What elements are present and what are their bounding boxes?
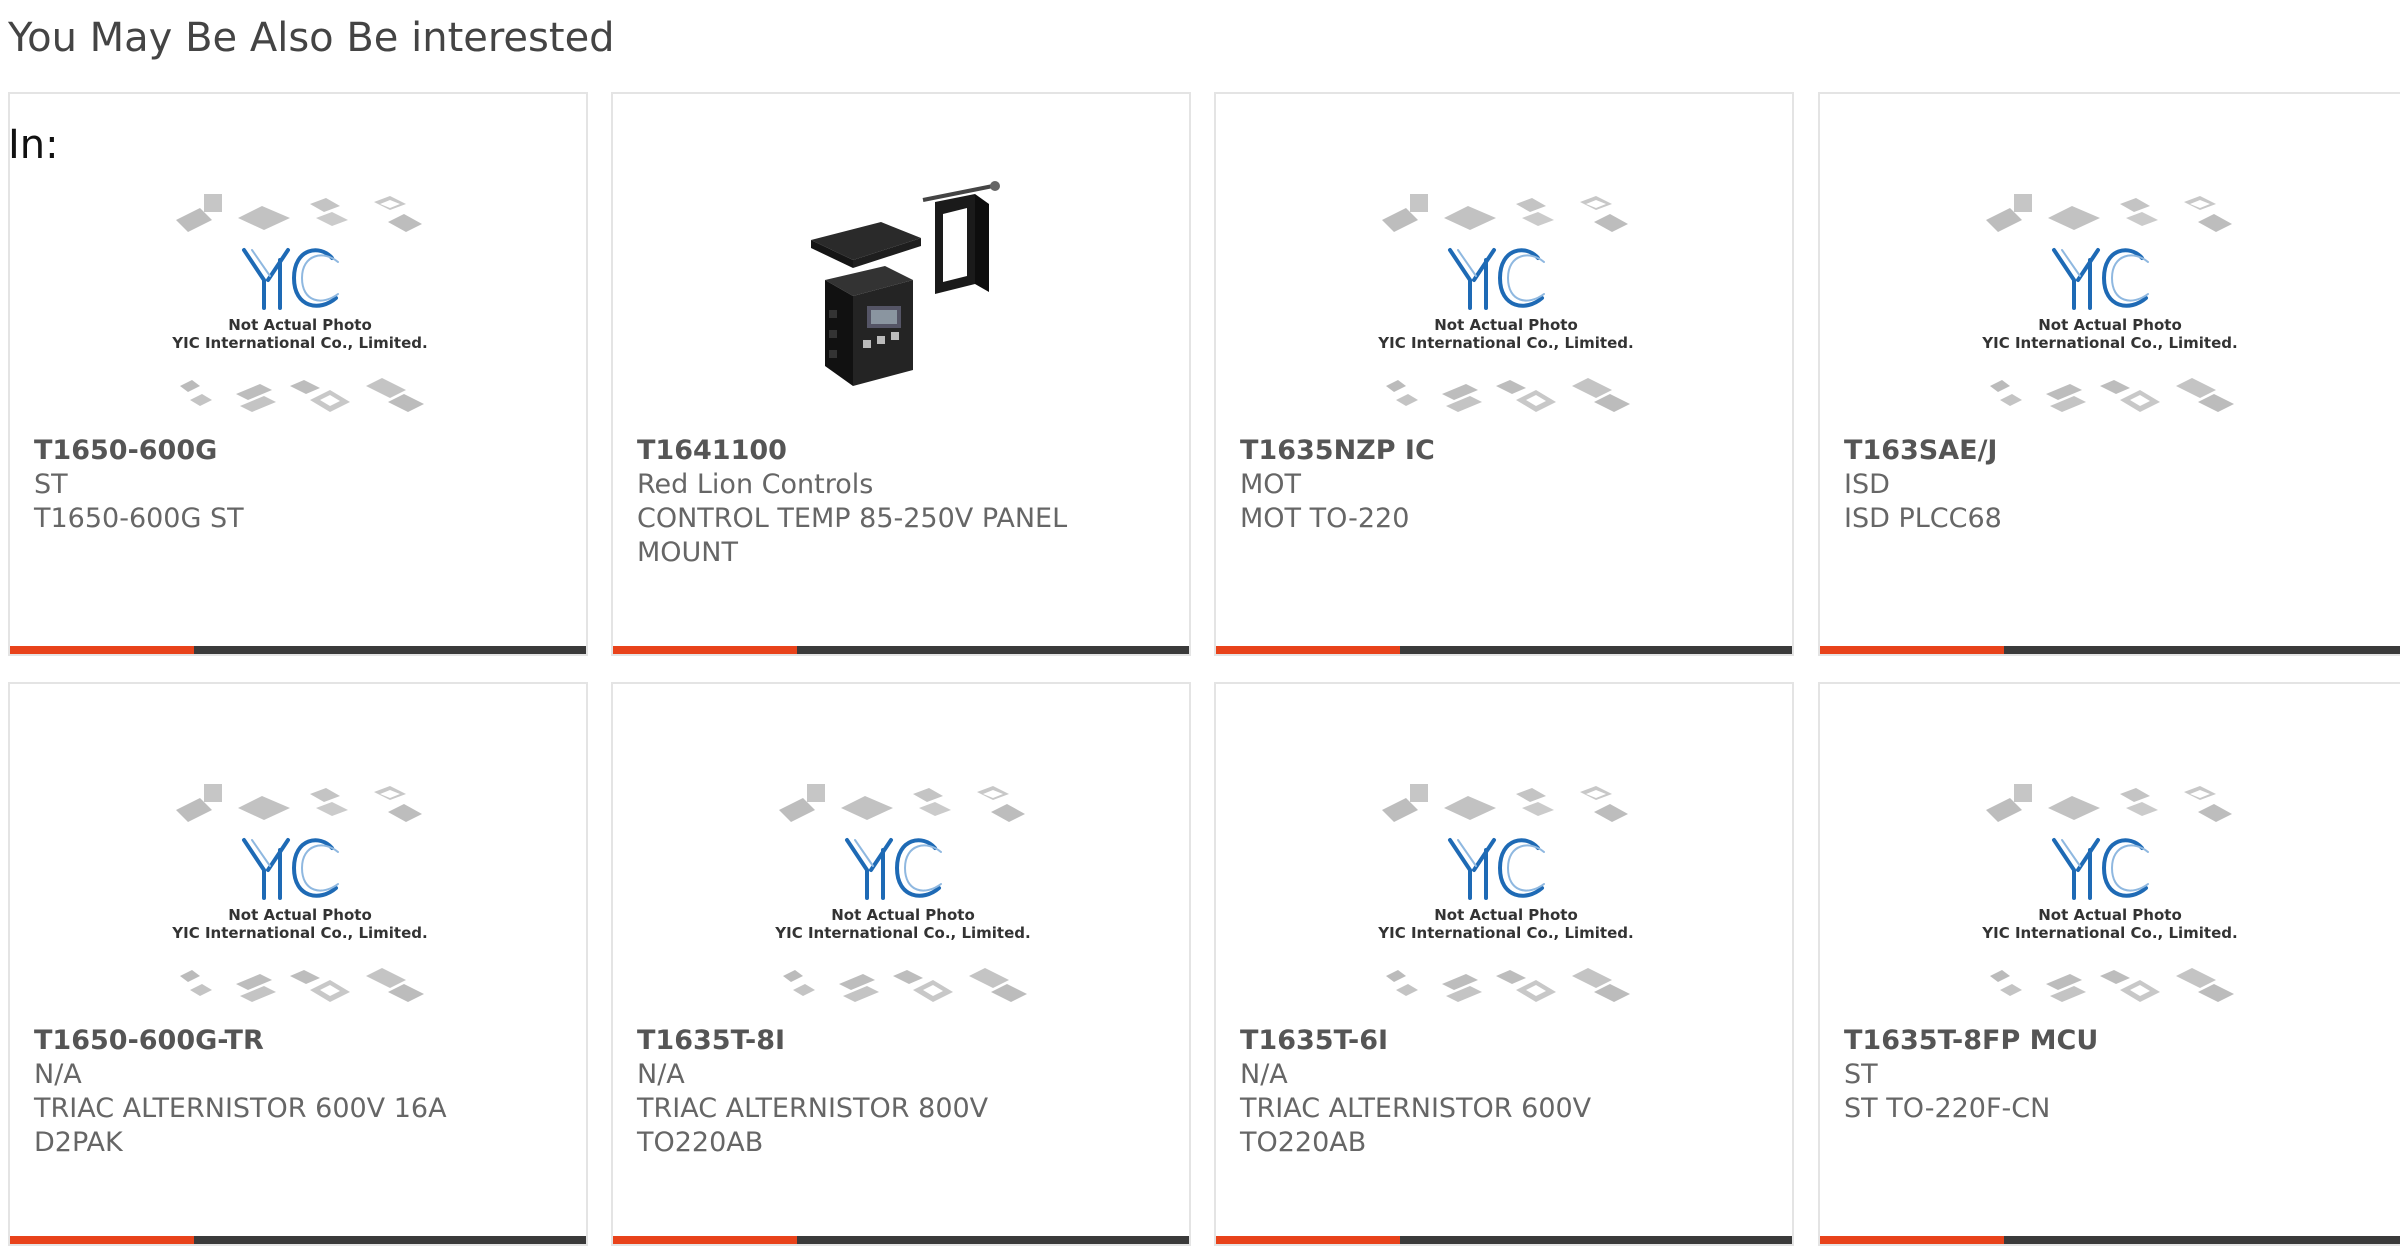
description-cont: TO220AB [1240, 1127, 1367, 1158]
card-bar-accent [1820, 1236, 2004, 1244]
product-card[interactable]: T1635T-6I N/A TRIAC ALTERNISTOR 600V TO2… [1214, 682, 1794, 1246]
card-bar [613, 1236, 1189, 1244]
part-number[interactable]: T1635T-8FP MCU [1844, 1024, 2374, 1058]
manufacturer: Red Lion Controls [637, 469, 874, 500]
part-number[interactable]: T1635T-6I [1240, 1024, 1770, 1058]
part-number[interactable]: T1641100 [637, 434, 1167, 468]
description-cont: D2PAK [34, 1127, 123, 1158]
card-bar [1216, 646, 1792, 654]
card-bar [1820, 1236, 2400, 1244]
description-cont: MOUNT [637, 537, 738, 568]
controller-photo[interactable] [763, 180, 1043, 420]
description-cont: TO220AB [637, 1127, 764, 1158]
part-number[interactable]: T1650-600G-TR [34, 1024, 564, 1058]
product-card[interactable]: T1635T-8FP MCU ST ST TO-220F-CN [1818, 682, 2400, 1246]
manufacturer: N/A [34, 1059, 82, 1090]
description: T1650-600G ST [34, 503, 244, 534]
card-bar [1216, 1236, 1792, 1244]
product-card[interactable]: T163SAE/J ISD ISD PLCC68 [1818, 92, 2400, 656]
placeholder-image[interactable] [160, 770, 440, 1010]
product-card[interactable]: T1635T-8I N/A TRIAC ALTERNISTOR 800V TO2… [611, 682, 1191, 1246]
card-lead-text: In: [8, 122, 59, 168]
description: TRIAC ALTERNISTOR 600V [1240, 1093, 1592, 1124]
manufacturer: ST [1844, 1059, 1878, 1090]
product-card[interactable]: T1641100 Red Lion Controls CONTROL TEMP … [611, 92, 1191, 656]
card-bar-accent [613, 1236, 797, 1244]
placeholder-image[interactable] [1970, 180, 2250, 420]
card-bar-accent [10, 646, 194, 654]
placeholder-image[interactable] [1366, 180, 1646, 420]
card-bar-accent [613, 646, 797, 654]
manufacturer: N/A [1240, 1059, 1288, 1090]
card-bar-accent [1216, 646, 1400, 654]
card-bar [613, 646, 1189, 654]
description: MOT TO-220 [1240, 503, 1410, 534]
description: CONTROL TEMP 85-250V PANEL [637, 503, 1068, 534]
manufacturer: ISD [1844, 469, 1890, 500]
part-number[interactable]: T1635T-8I [637, 1024, 1167, 1058]
product-card[interactable]: T1635NZP IC MOT MOT TO-220 [1214, 92, 1794, 656]
card-bar [10, 646, 586, 654]
part-number[interactable]: T163SAE/J [1844, 434, 2374, 468]
description: ISD PLCC68 [1844, 503, 2002, 534]
description: ST TO-220F-CN [1844, 1093, 2051, 1124]
part-number[interactable]: T1650-600G [34, 434, 564, 468]
card-bar [10, 1236, 586, 1244]
manufacturer: N/A [637, 1059, 685, 1090]
manufacturer: ST [34, 469, 68, 500]
card-bar-accent [1216, 1236, 1400, 1244]
placeholder-image[interactable] [1366, 770, 1646, 1010]
placeholder-image[interactable] [1970, 770, 2250, 1010]
placeholder-image[interactable] [160, 180, 440, 420]
card-bar [1820, 646, 2400, 654]
manufacturer: MOT [1240, 469, 1302, 500]
card-bar-accent [10, 1236, 194, 1244]
part-number[interactable]: T1635NZP IC [1240, 434, 1770, 468]
product-card[interactable]: T1650-600G-TR N/A TRIAC ALTERNISTOR 600V… [8, 682, 588, 1246]
product-card[interactable]: In: T1650-600G ST T1650-600G ST [8, 92, 588, 656]
description: TRIAC ALTERNISTOR 800V [637, 1093, 989, 1124]
description: TRIAC ALTERNISTOR 600V 16A [34, 1093, 447, 1124]
card-bar-accent [1820, 646, 2004, 654]
placeholder-image[interactable] [763, 770, 1043, 1010]
section-title: You May Be Also Be interested [8, 15, 615, 61]
